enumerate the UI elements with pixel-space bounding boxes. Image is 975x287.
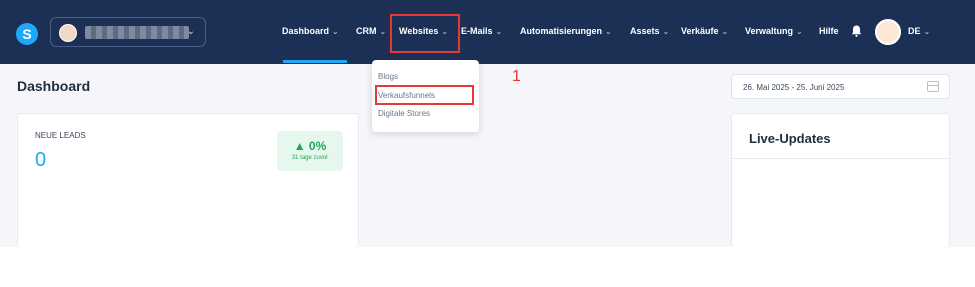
calendar-icon [927, 81, 939, 92]
divider [732, 158, 949, 159]
nav-hilfe[interactable]: Hilfe [819, 26, 839, 36]
new-leads-value: 0 [35, 149, 47, 171]
bell-icon[interactable] [851, 25, 862, 37]
nav-verwaltung[interactable]: Verwaltung ⌄ [745, 26, 803, 36]
live-updates-title: Live-Updates [749, 131, 831, 146]
verkaufsfunnels-highlight-box [375, 85, 474, 105]
trend-badge: ▲ 0% 31 tage zuvor [277, 131, 343, 171]
websites-highlight-box [390, 14, 460, 53]
user-avatar[interactable] [875, 19, 901, 45]
language-selector[interactable]: DE ⌄ [908, 26, 930, 36]
date-range-picker[interactable]: 26. Mai 2025 - 25. Juni 2025 [731, 74, 950, 99]
new-leads-label: NEUE LEADS [35, 131, 86, 140]
page-title: Dashboard [17, 78, 91, 94]
chevron-down-icon: ⌄ [186, 26, 195, 37]
page-bottom-area [0, 247, 975, 287]
live-updates-card: Live-Updates [731, 113, 950, 247]
nav-assets[interactable]: Assets ⌄ [630, 26, 669, 36]
account-avatar [59, 24, 77, 42]
step-annotation: 1 [512, 68, 521, 85]
active-tab-indicator [283, 60, 347, 63]
account-switcher[interactable]: ⌄ [50, 17, 206, 47]
date-range-text: 26. Mai 2025 - 25. Juni 2025 [743, 83, 845, 92]
nav-emails[interactable]: E-Mails ⌄ [461, 26, 502, 36]
trend-period: 31 tage zuvor [291, 155, 329, 161]
nav-verkaeufe[interactable]: Verkäufe ⌄ [681, 26, 728, 36]
brand-logo[interactable]: S [16, 23, 38, 45]
menu-item-digitale-stores[interactable]: Digitale Stores [378, 109, 430, 118]
new-leads-card: NEUE LEADS 0 ▲ 0% 31 tage zuvor [17, 113, 359, 247]
nav-automatisierungen[interactable]: Automatisierungen ⌄ [520, 26, 612, 36]
trend-value: ▲ 0% [293, 139, 327, 153]
nav-crm[interactable]: CRM ⌄ [356, 26, 386, 36]
nav-dashboard[interactable]: Dashboard ⌄ [282, 26, 339, 36]
account-name [85, 26, 189, 39]
top-navigation-bar: S ⌄ Dashboard ⌄ CRM ⌄ Websites ⌄ E-Mails ⌄ A… [0, 0, 975, 64]
menu-item-blogs[interactable]: Blogs [378, 72, 398, 81]
